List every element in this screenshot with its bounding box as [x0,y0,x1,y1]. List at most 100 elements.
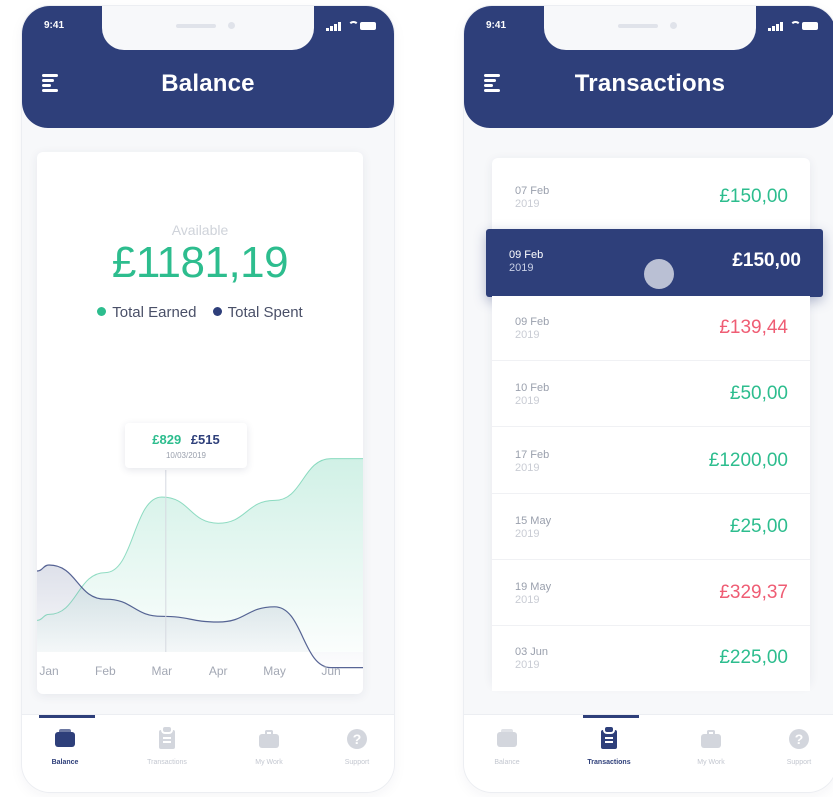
transaction-day: 09 Feb [509,249,544,261]
transaction-date: 09 Feb 2019 [515,316,549,342]
nav-label: Transactions [147,759,187,766]
phone-notch [102,6,314,50]
transaction-year: 2019 [509,262,534,274]
transaction-row[interactable]: 15 May 2019 £25,00 [492,495,810,560]
signal-bar [338,22,341,31]
status-icons [326,21,376,31]
wifi-icon [348,21,359,30]
transaction-row[interactable]: 17 Feb 2019 £1200,00 [492,429,810,494]
notch-camera [228,22,235,29]
transaction-amount: £139,44 [719,317,788,338]
transaction-amount: £150,00 [719,186,788,207]
wallet-icon [53,727,77,751]
x-axis-label: Apr [208,664,228,678]
nav-label: My Work [697,759,725,766]
x-axis-label: Feb [95,664,116,678]
nav-item-balance[interactable]: Balance [30,727,100,766]
transaction-row[interactable]: 03 Jun 2019 £225,00 [492,626,810,691]
briefcase-icon [257,727,281,751]
nav-label: Balance [51,759,79,766]
transaction-year: 2019 [515,528,540,540]
transaction-date: 19 May 2019 [515,581,551,607]
transaction-row-selected[interactable]: 09 Feb 2019 £150,00 [486,229,823,297]
nav-label: Transactions [587,759,631,766]
transaction-year: 2019 [515,395,540,407]
tooltip-earned-value: £829 [152,432,182,447]
nav-active-indicator [39,715,95,718]
bottom-nav: Balance Transactions My Work? Support [464,714,833,792]
nav-item-balance[interactable]: Balance [472,727,542,766]
transaction-day: 17 Feb [515,449,550,461]
nav-item-support[interactable]: ? Support [322,727,392,766]
touch-indicator [644,259,674,289]
transaction-row[interactable]: 09 Feb 2019 £139,44 [492,296,810,361]
transaction-amount: £329,37 [719,582,788,603]
signal-icon [768,28,771,31]
transaction-day: 09 Feb [515,316,550,328]
x-axis-label: May [263,664,286,678]
x-axis-labels: Jan Feb Mar Apr May Jun [39,664,357,680]
transaction-row[interactable]: 07 Feb 2019 £150,00 [492,165,810,230]
help-icon: ? [787,727,811,751]
x-axis-label: Jun [321,664,341,678]
transaction-year: 2019 [515,198,540,210]
nav-label: Support [344,759,370,766]
chart-tooltip: £829 £515 10/03/2019 [125,423,247,468]
transaction-date: 10 Feb 2019 [515,382,549,408]
transactions-phone-screen: 9:41 Transactions 07 Feb 2019 £150,00 09 Fe… [464,6,833,792]
transaction-amount: £1200,00 [708,450,788,471]
transaction-amount: £150,00 [732,250,801,271]
transaction-amount: £50,00 [729,383,788,404]
briefcase-icon [699,727,723,751]
nav-label: Balance [494,759,520,766]
bottom-nav: Balance Transactions My Work? Support [22,714,394,792]
transaction-year: 2019 [515,462,540,474]
transaction-year: 2019 [515,594,540,606]
transaction-year: 2019 [515,329,540,341]
signal-bar [330,26,333,31]
clipboard-icon [597,727,621,751]
transaction-date: 07 Feb 2019 [515,185,549,211]
battery-icon [360,22,376,30]
page-title: Balance [161,70,255,97]
signal-bar [776,24,779,31]
help-icon: ? [345,727,369,751]
phone-notch [544,6,756,50]
transaction-day: 15 May [515,515,552,527]
x-axis-label: Jan [39,664,59,678]
transaction-date: 03 Jun 2019 [515,646,548,672]
transaction-date: 17 Feb 2019 [515,449,549,475]
clipboard-icon [155,727,179,751]
transaction-date: 15 May 2019 [515,515,551,541]
nav-item-support[interactable]: ? Support [764,727,833,766]
page-title: Transactions [574,70,726,97]
nav-item-transactions[interactable]: Transactions [132,727,202,766]
nav-item-transactions[interactable]: Transactions [574,727,644,766]
tooltip-spent-value: £515 [190,432,220,447]
transaction-day: 10 Feb [515,382,550,394]
notch-speaker [618,24,658,28]
status-icons [768,21,818,31]
x-axis-label: Mar [151,664,173,678]
tooltip-date: 10/03/2019 [165,451,207,460]
wifi-icon [790,21,801,30]
status-time: 9:41 [44,20,65,31]
balance-phone-screen: 9:41 Balance Available £1181,19 Total Ea… [22,6,394,792]
transaction-amount: £25,00 [729,516,788,537]
transaction-day: 07 Feb [515,185,550,197]
nav-item-my-work[interactable]: My Work [676,727,746,766]
nav-label: My Work [255,759,283,766]
battery-icon [802,22,818,30]
transaction-row[interactable]: 10 Feb 2019 £50,00 [492,362,810,427]
transaction-year: 2019 [515,659,540,671]
notch-speaker [176,24,216,28]
transaction-row[interactable]: 19 May 2019 £329,37 [492,561,810,626]
signal-bar [334,24,337,31]
signal-bar [780,22,783,31]
transactions-header: 9:41 Transactions [464,6,833,128]
signal-bar [772,26,775,31]
wallet-icon [495,727,519,751]
nav-active-indicator [583,715,639,718]
nav-item-my-work[interactable]: My Work [234,727,304,766]
nav-label: Support [786,759,812,766]
